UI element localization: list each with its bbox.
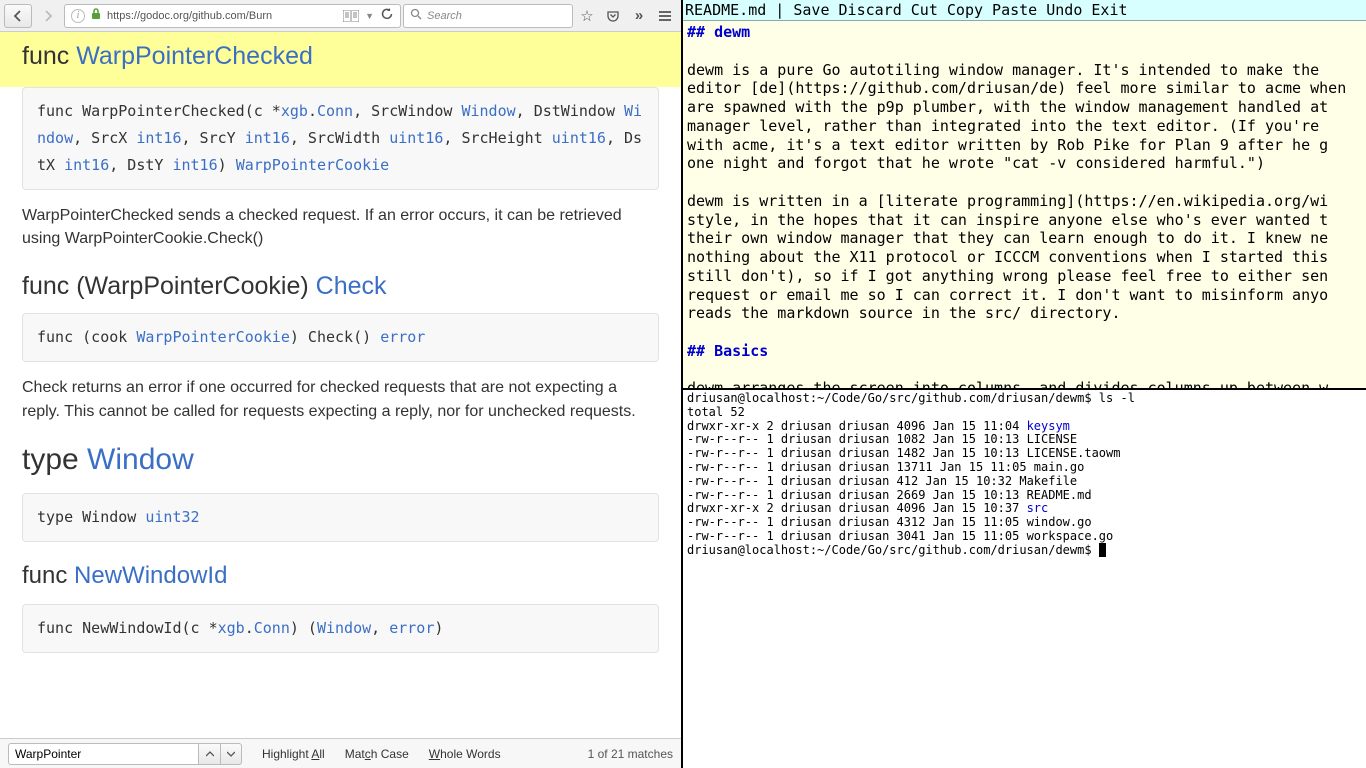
terminal-window[interactable]: driusan@localhost:~/Code/Go/src/github.c… xyxy=(683,390,1366,768)
terminal-prompt: driusan@localhost:~/Code/Go/src/github.c… xyxy=(687,392,1362,406)
uint16-link[interactable]: uint16 xyxy=(389,129,443,147)
warppointercookie-link[interactable]: WarpPointerCookie xyxy=(236,156,390,174)
terminal-line: drwxr-xr-x 2 driusan driusan 4096 Jan 15… xyxy=(687,502,1362,516)
editor-window: README.md | Save Discard Cut Copy Paste … xyxy=(683,0,1366,390)
code-block-3: type Window uint32 xyxy=(22,493,659,542)
editor-h1: ## dewm xyxy=(687,23,1362,42)
cursor-icon xyxy=(1099,543,1106,557)
terminal-line: -rw-r--r-- 1 driusan driusan 13711 Jan 1… xyxy=(687,461,1362,475)
terminal-line: -rw-r--r-- 1 driusan driusan 1482 Jan 15… xyxy=(687,447,1362,461)
find-count: 1 of 21 matches xyxy=(588,747,673,761)
highlight-all-button[interactable]: Highlight All xyxy=(262,747,325,761)
lock-icon xyxy=(91,8,101,23)
terminal-line: total 52 xyxy=(687,406,1362,420)
bookmark-icon[interactable]: ☆ xyxy=(575,4,599,28)
warppointerchecked-link[interactable]: WarpPointerChecked xyxy=(76,42,313,70)
forward-button[interactable] xyxy=(34,4,62,28)
url-text: https://godoc.org/github.com/Burn xyxy=(107,10,337,22)
search-placeholder: Search xyxy=(427,10,462,22)
terminal-line: -rw-r--r-- 1 driusan driusan 4312 Jan 15… xyxy=(687,516,1362,530)
conn-link[interactable]: Conn xyxy=(317,102,353,120)
window-type-link[interactable]: Window xyxy=(87,443,194,476)
reader-mode-icon[interactable] xyxy=(343,10,359,22)
find-bar: Highlight All Match Case Whole Words 1 o… xyxy=(0,738,681,768)
find-prev-button[interactable] xyxy=(198,743,220,765)
back-button[interactable] xyxy=(4,4,32,28)
editor-p1: dewm is a pure Go autotiling window mana… xyxy=(687,61,1362,174)
func-warppointerchecked-heading: func WarpPointerChecked xyxy=(22,42,659,71)
right-pane: README.md | Save Discard Cut Copy Paste … xyxy=(683,0,1366,768)
search-icon xyxy=(410,8,422,23)
page-content: func WarpPointerChecked func WarpPointer… xyxy=(0,32,681,738)
window-link[interactable]: Window xyxy=(317,619,371,637)
uint16-link[interactable]: uint16 xyxy=(552,129,606,147)
overflow-icon[interactable]: » xyxy=(627,4,651,28)
error-link[interactable]: error xyxy=(389,619,434,637)
whole-words-button[interactable]: Whole Words xyxy=(429,747,501,761)
conn-link[interactable]: Conn xyxy=(254,619,290,637)
code-block-2: func (cook WarpPointerCookie) Check() er… xyxy=(22,313,659,362)
int16-link[interactable]: int16 xyxy=(64,156,109,174)
func-newwindowid-heading: func NewWindowId xyxy=(22,562,659,590)
pocket-icon[interactable] xyxy=(601,4,625,28)
reload-icon[interactable] xyxy=(380,7,394,25)
terminal-line: -rw-r--r-- 1 driusan driusan 3041 Jan 15… xyxy=(687,530,1362,544)
type-window-heading: type Window xyxy=(22,443,659,477)
editor-tag-line[interactable]: README.md | Save Discard Cut Copy Paste … xyxy=(683,0,1366,21)
terminal-prompt: driusan@localhost:~/Code/Go/src/github.c… xyxy=(687,544,1362,558)
code-block-4: func NewWindowId(c *xgb.Conn) (Window, e… xyxy=(22,604,659,653)
terminal-line: drwxr-xr-x 2 driusan driusan 4096 Jan 15… xyxy=(687,420,1362,434)
check-link[interactable]: Check xyxy=(316,272,387,300)
dropdown-icon[interactable]: ▼ xyxy=(365,11,374,21)
uint32-link[interactable]: uint32 xyxy=(145,508,199,526)
browser-toolbar: i https://godoc.org/github.com/Burn ▼ Se… xyxy=(0,0,681,32)
search-bar[interactable]: Search xyxy=(403,4,573,28)
terminal-line: -rw-r--r-- 1 driusan driusan 1082 Jan 15… xyxy=(687,433,1362,447)
menu-icon[interactable] xyxy=(653,4,677,28)
xgb-link[interactable]: xgb xyxy=(281,102,308,120)
int16-link[interactable]: int16 xyxy=(136,129,181,147)
match-case-button[interactable]: Match Case xyxy=(345,747,409,761)
window-link[interactable]: Window xyxy=(461,102,515,120)
editor-h2: ## Basics xyxy=(687,342,1362,361)
error-link[interactable]: error xyxy=(380,328,425,346)
terminal-line: -rw-r--r-- 1 driusan driusan 2669 Jan 15… xyxy=(687,489,1362,503)
url-bar[interactable]: i https://godoc.org/github.com/Burn ▼ xyxy=(64,4,401,28)
info-icon[interactable]: i xyxy=(71,9,85,23)
find-input[interactable] xyxy=(8,743,198,765)
newwindowid-link[interactable]: NewWindowId xyxy=(74,562,227,589)
xgb-link[interactable]: xgb xyxy=(218,619,245,637)
int16-link[interactable]: int16 xyxy=(245,129,290,147)
desc-1: WarpPointerChecked sends a checked reque… xyxy=(22,204,659,250)
code-block-1: func WarpPointerChecked(c *xgb.Conn, Src… xyxy=(22,87,659,190)
int16-link[interactable]: int16 xyxy=(172,156,217,174)
desc-2: Check returns an error if one occurred f… xyxy=(22,376,659,422)
editor-body[interactable]: ## dewm dewm is a pure Go autotiling win… xyxy=(683,21,1366,390)
find-next-button[interactable] xyxy=(220,743,242,765)
terminal-line: -rw-r--r-- 1 driusan driusan 412 Jan 15 … xyxy=(687,475,1362,489)
func-check-heading: func (WarpPointerCookie) Check xyxy=(22,272,659,301)
browser-window: i https://godoc.org/github.com/Burn ▼ Se… xyxy=(0,0,683,768)
warppointercookie-link[interactable]: WarpPointerCookie xyxy=(136,328,290,346)
editor-p2: dewm is written in a [literate programmi… xyxy=(687,192,1362,323)
editor-p3: dewm arranges the screen into columns, a… xyxy=(687,379,1362,390)
